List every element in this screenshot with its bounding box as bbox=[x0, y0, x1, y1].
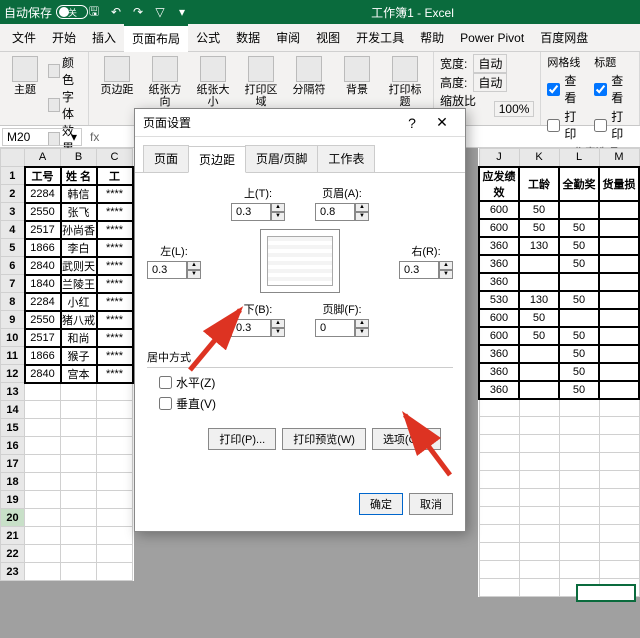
spin-down[interactable]: ▼ bbox=[271, 212, 285, 221]
tab-formula[interactable]: 公式 bbox=[188, 24, 228, 52]
spin-down[interactable]: ▼ bbox=[355, 328, 369, 337]
margin-top-input[interactable] bbox=[231, 203, 271, 221]
title-bar: 自动保存 关 🖫 ↶ ↷ ▽ ▾ 工作簿1 - Excel bbox=[0, 0, 640, 24]
ok-button[interactable]: 确定 bbox=[359, 493, 403, 515]
active-cell-indicator bbox=[576, 584, 636, 602]
center-label: 居中方式 bbox=[147, 349, 453, 365]
tab-home[interactable]: 开始 bbox=[44, 24, 84, 52]
orientation-button[interactable]: 纸张方向 bbox=[143, 54, 187, 110]
spin-down[interactable]: ▼ bbox=[355, 212, 369, 221]
gridlines-print-check[interactable] bbox=[547, 119, 560, 132]
spin-up[interactable]: ▲ bbox=[355, 319, 369, 328]
tab-page[interactable]: 页面 bbox=[143, 145, 189, 172]
background-button[interactable]: 背景 bbox=[335, 54, 379, 98]
undo-icon[interactable]: ↶ bbox=[109, 5, 123, 19]
spin-up[interactable]: ▲ bbox=[271, 203, 285, 212]
print-preview-button[interactable]: 打印预览(W) bbox=[282, 428, 366, 450]
autosave-toggle[interactable]: 自动保存 关 bbox=[4, 4, 77, 21]
margin-bottom-input[interactable] bbox=[231, 319, 271, 337]
ribbon-tabs: 文件 开始 插入 页面布局 公式 数据 审阅 视图 开发工具 帮助 Power … bbox=[0, 24, 640, 52]
scale-height-label: 高度: bbox=[440, 74, 467, 91]
save-icon[interactable]: 🖫 bbox=[87, 5, 101, 19]
margin-footer-input[interactable] bbox=[315, 319, 355, 337]
autosave-state: 关 bbox=[68, 6, 77, 19]
margin-right-input[interactable] bbox=[399, 261, 439, 279]
spin-up[interactable]: ▲ bbox=[439, 261, 453, 270]
center-vert-check[interactable] bbox=[159, 397, 172, 410]
name-box[interactable]: M20▾ bbox=[2, 128, 82, 146]
margins-button[interactable]: 页边距 bbox=[95, 54, 139, 98]
spin-down[interactable]: ▼ bbox=[187, 270, 201, 279]
fx-icon[interactable]: fx bbox=[84, 130, 105, 144]
headings-view-check[interactable] bbox=[594, 83, 607, 96]
spin-down[interactable]: ▼ bbox=[439, 270, 453, 279]
theme-fonts[interactable]: 字体 bbox=[48, 88, 82, 122]
margin-preview bbox=[260, 229, 340, 293]
print-titles-button[interactable]: 打印标题 bbox=[383, 54, 427, 110]
margin-footer: 页脚(F): ▲▼ bbox=[315, 301, 369, 337]
tab-view[interactable]: 视图 bbox=[308, 24, 348, 52]
tab-header-footer[interactable]: 页眉/页脚 bbox=[245, 145, 318, 172]
tab-worksheet[interactable]: 工作表 bbox=[317, 145, 375, 172]
quick-access-toolbar: 🖫 ↶ ↷ ▽ ▾ bbox=[87, 5, 189, 19]
center-horiz-check[interactable] bbox=[159, 376, 172, 389]
tab-baidu[interactable]: 百度网盘 bbox=[532, 24, 596, 52]
spin-up[interactable]: ▲ bbox=[355, 203, 369, 212]
margin-header-input[interactable] bbox=[315, 203, 355, 221]
scale-width-label: 宽度: bbox=[440, 55, 467, 72]
spin-up[interactable]: ▲ bbox=[187, 261, 201, 270]
right-grid[interactable]: JKLM应发绩效工龄全勤奖货量损600506005050360130503605… bbox=[478, 148, 640, 597]
themes-button[interactable]: 主题 bbox=[6, 54, 44, 98]
tab-help[interactable]: 帮助 bbox=[412, 24, 452, 52]
margin-top: 上(T): ▲▼ bbox=[231, 185, 285, 221]
theme-colors[interactable]: 颜色 bbox=[48, 54, 82, 88]
tab-review[interactable]: 审阅 bbox=[268, 24, 308, 52]
scale-width-val[interactable]: 自动 bbox=[473, 54, 507, 73]
document-title: 工作簿1 - Excel bbox=[189, 4, 636, 21]
margin-header: 页眉(A): ▲▼ bbox=[315, 185, 369, 221]
print-area-button[interactable]: 打印区域 bbox=[239, 54, 283, 110]
margin-left: 左(L): ▲▼ bbox=[147, 243, 201, 279]
gridlines-label: 网格线 bbox=[547, 54, 586, 70]
tab-dev[interactable]: 开发工具 bbox=[348, 24, 412, 52]
spin-down[interactable]: ▼ bbox=[271, 328, 285, 337]
dialog-title: 页面设置 bbox=[143, 114, 397, 131]
margin-right: 右(R): ▲▼ bbox=[399, 243, 453, 279]
margin-left-input[interactable] bbox=[147, 261, 187, 279]
page-setup-dialog: 页面设置 ? ✕ 页面 页边距 页眉/页脚 工作表 上(T): ▲▼ 页眉(A)… bbox=[134, 108, 466, 532]
size-button[interactable]: 纸张大小 bbox=[191, 54, 235, 110]
scale-height-val[interactable]: 自动 bbox=[473, 73, 507, 92]
cancel-button[interactable]: 取消 bbox=[409, 493, 453, 515]
tab-data[interactable]: 数据 bbox=[228, 24, 268, 52]
tab-margins[interactable]: 页边距 bbox=[188, 146, 246, 173]
dropdown-icon[interactable]: ▾ bbox=[175, 5, 189, 19]
help-button[interactable]: ? bbox=[397, 115, 427, 131]
dialog-tabs: 页面 页边距 页眉/页脚 工作表 bbox=[135, 137, 465, 173]
redo-icon[interactable]: ↷ bbox=[131, 5, 145, 19]
tab-insert[interactable]: 插入 bbox=[84, 24, 124, 52]
gridlines-view-check[interactable] bbox=[547, 83, 560, 96]
tab-powerpivot[interactable]: Power Pivot bbox=[452, 24, 532, 52]
spin-up[interactable]: ▲ bbox=[271, 319, 285, 328]
scale-ratio-val[interactable]: 100% bbox=[494, 101, 535, 117]
left-grid[interactable]: ABC1工号姓 名工22284韩信****32550张飞****42517孙尚香… bbox=[0, 148, 134, 581]
print-button[interactable]: 打印(P)... bbox=[208, 428, 276, 450]
filter-icon[interactable]: ▽ bbox=[153, 5, 167, 19]
tab-layout[interactable]: 页面布局 bbox=[124, 24, 188, 52]
headings-print-check[interactable] bbox=[594, 119, 607, 132]
tab-file[interactable]: 文件 bbox=[4, 24, 44, 52]
close-button[interactable]: ✕ bbox=[427, 114, 457, 131]
margin-bottom: 下(B): ▲▼ bbox=[231, 301, 285, 337]
options-button[interactable]: 选项(O)... bbox=[372, 428, 441, 450]
autosave-label: 自动保存 bbox=[4, 4, 52, 21]
headings-label: 标题 bbox=[594, 54, 633, 70]
breaks-button[interactable]: 分隔符 bbox=[287, 54, 331, 98]
